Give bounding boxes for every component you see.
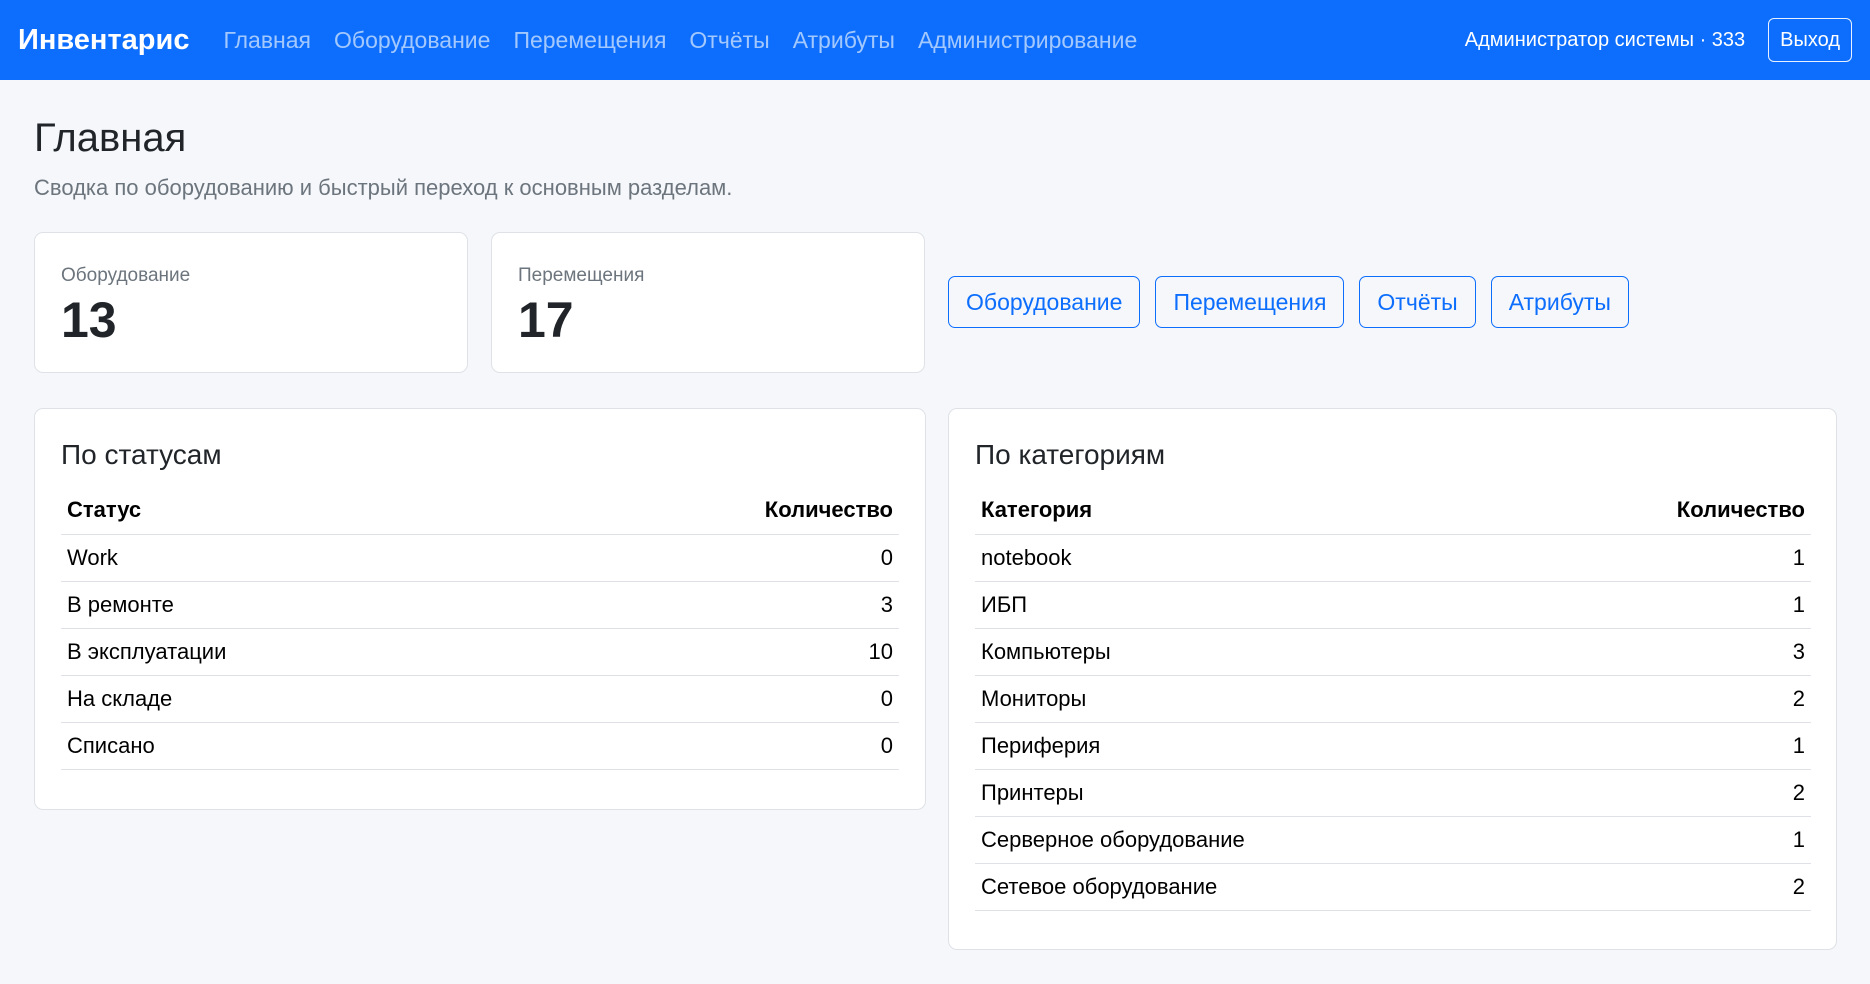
- category-count: 1: [1529, 534, 1811, 582]
- category-count: 1: [1529, 816, 1811, 864]
- table-row: Мониторы 2: [975, 675, 1811, 723]
- category-table: Категория Количество notebook 1 ИБП 1 Ко…: [975, 487, 1811, 911]
- category-count: 2: [1529, 769, 1811, 817]
- table-row: На складе 0: [61, 675, 899, 723]
- status-count: 3: [521, 581, 899, 629]
- table-row: notebook 1: [975, 534, 1811, 582]
- table-row: Принтеры 2: [975, 769, 1811, 817]
- table-row: Work 0: [61, 534, 899, 582]
- nav-link-attributes[interactable]: Атрибуты: [793, 27, 895, 54]
- equipment-stat-value: 13: [61, 292, 117, 348]
- table-row: Компьютеры 3: [975, 628, 1811, 676]
- column-header-category: Категория: [975, 487, 1530, 535]
- quick-link-reports-button[interactable]: Отчёты: [1359, 276, 1476, 328]
- table-row: Периферия 1: [975, 722, 1811, 770]
- category-count: 3: [1529, 628, 1811, 676]
- table-row: Списано 0: [61, 722, 899, 770]
- current-user: Администратор системы · 333: [1464, 28, 1746, 51]
- category-name: Принтеры: [975, 769, 1530, 817]
- column-header-count: Количество: [1529, 487, 1811, 535]
- category-name: Мониторы: [975, 675, 1530, 723]
- category-name: Компьютеры: [975, 628, 1530, 676]
- table-row: В ремонте 3: [61, 581, 899, 629]
- quick-link-attributes-button[interactable]: Атрибуты: [1490, 276, 1629, 328]
- column-header-status: Статус: [61, 487, 522, 535]
- status-count: 10: [521, 628, 899, 676]
- category-name: notebook: [975, 534, 1530, 582]
- nav-link-administration[interactable]: Администрирование: [918, 27, 1137, 54]
- status-count: 0: [521, 675, 899, 723]
- category-name: Периферия: [975, 722, 1530, 770]
- table-row: Серверное оборудование 1: [975, 816, 1811, 864]
- status-count: 0: [521, 534, 899, 582]
- category-name: Сетевое оборудование: [975, 863, 1530, 911]
- status-name: В ремонте: [61, 581, 522, 629]
- table-row: В эксплуатации 10: [61, 628, 899, 676]
- movements-stat-card: Перемещения 17: [491, 232, 925, 373]
- category-summary-card: По категориям Категория Количество noteb…: [948, 408, 1837, 950]
- equipment-stat-label: Оборудование: [61, 265, 191, 286]
- status-summary-title: По статусам: [61, 439, 222, 470]
- quick-link-movements-button[interactable]: Перемещения: [1155, 276, 1345, 328]
- status-count: 0: [521, 722, 899, 770]
- user-area: Администратор системы · 333 Выход: [1465, 18, 1852, 62]
- quick-link-equipment-button[interactable]: Оборудование: [948, 276, 1141, 328]
- page-title: Главная: [34, 116, 187, 160]
- status-table: Статус Количество Work 0 В ремонте 3 В э…: [61, 487, 899, 770]
- page-subtitle: Сводка по оборудованию и быстрый переход…: [34, 175, 733, 200]
- quick-links: Оборудование Перемещения Отчёты Атрибуты: [948, 276, 1644, 328]
- nav-links: Главная Оборудование Перемещения Отчёты …: [223, 27, 1160, 54]
- status-summary-card: По статусам Статус Количество Work 0 В р…: [34, 408, 926, 810]
- category-count: 2: [1529, 675, 1811, 723]
- top-navbar: Инвентарис Главная Оборудование Перемеще…: [0, 0, 1870, 80]
- category-count: 2: [1529, 863, 1811, 911]
- movements-stat-label: Перемещения: [518, 265, 645, 286]
- table-row: Сетевое оборудование 2: [975, 863, 1811, 911]
- table-header-row: Категория Количество: [975, 487, 1811, 535]
- table-header-row: Статус Количество: [61, 487, 899, 535]
- logout-button[interactable]: Выход: [1768, 18, 1852, 62]
- nav-link-home[interactable]: Главная: [223, 27, 311, 54]
- brand-logo[interactable]: Инвентарис: [18, 24, 189, 57]
- category-name: Серверное оборудование: [975, 816, 1530, 864]
- category-count: 1: [1529, 722, 1811, 770]
- status-name: На складе: [61, 675, 522, 723]
- status-name: Списано: [61, 722, 522, 770]
- nav-link-movements[interactable]: Перемещения: [513, 27, 666, 54]
- nav-link-equipment[interactable]: Оборудование: [334, 27, 490, 54]
- status-name: В эксплуатации: [61, 628, 522, 676]
- category-name: ИБП: [975, 581, 1530, 629]
- category-count: 1: [1529, 581, 1811, 629]
- table-row: ИБП 1: [975, 581, 1811, 629]
- equipment-stat-card: Оборудование 13: [34, 232, 468, 373]
- movements-stat-value: 17: [518, 292, 574, 348]
- status-name: Work: [61, 534, 522, 582]
- category-summary-title: По категориям: [975, 439, 1166, 470]
- column-header-count: Количество: [521, 487, 899, 535]
- nav-link-reports[interactable]: Отчёты: [689, 27, 769, 54]
